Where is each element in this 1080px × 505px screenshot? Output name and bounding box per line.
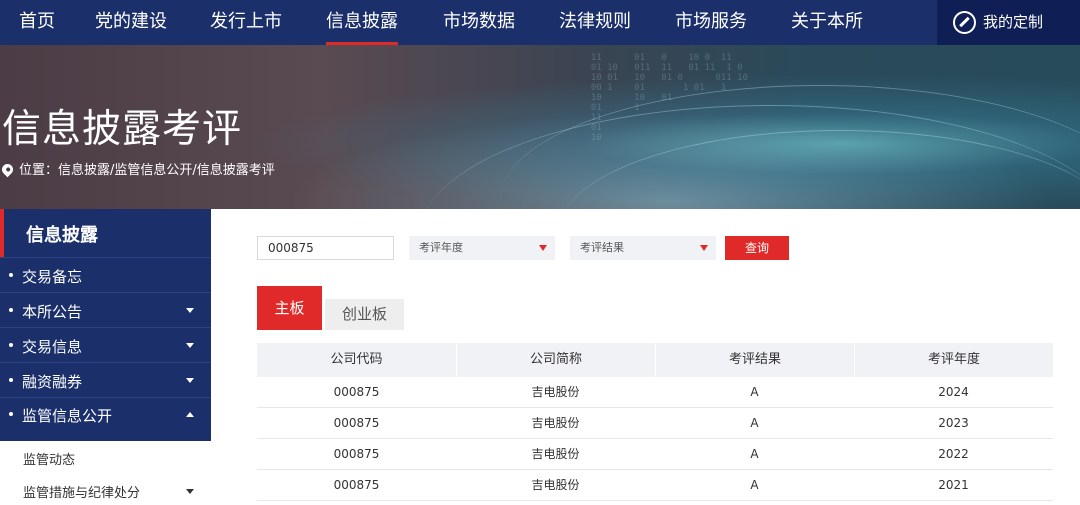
table-header: 公司代码 公司简称 考评结果 考评年度 — [257, 343, 1053, 377]
table-cell: 吉电股份 — [531, 447, 580, 461]
column-header: 考评结果 — [655, 343, 854, 377]
table-cell: 2024 — [938, 385, 969, 399]
table-cell: 000875 — [333, 385, 380, 399]
nav-item-about[interactable]: 关于本所 — [791, 0, 863, 45]
table-cell: A — [750, 447, 759, 461]
bullet-icon — [9, 273, 13, 277]
nav-item-listing[interactable]: 发行上市 — [210, 0, 282, 45]
sidebar-item-announcements[interactable]: 本所公告 — [0, 292, 211, 327]
company-code-input[interactable]: 000875 — [257, 236, 394, 260]
sidebar-subitem-regulatory-news[interactable]: 监管动态 — [0, 441, 211, 474]
table-cell: 吉电股份 — [531, 416, 580, 430]
caret-down-icon — [186, 378, 194, 383]
table-row: 000875 吉电股份 A 2021 — [257, 470, 1053, 501]
sidebar-item-label: 本所公告 — [22, 303, 83, 321]
nav-item-party-building[interactable]: 党的建设 — [95, 0, 167, 45]
table-cell: 000875 — [333, 447, 380, 461]
sidebar-title-text: 信息披露 — [26, 225, 98, 246]
year-select-label: 考评年度 — [419, 241, 463, 254]
bullet-icon — [9, 412, 13, 416]
table-cell: A — [750, 416, 759, 430]
table-cell: 吉电股份 — [531, 478, 580, 492]
sidebar: 信息披露 交易备忘 本所公告 交易信息 融资融券 监管信息公开 监管动态 监管措… — [0, 209, 211, 505]
table-cell: A — [750, 478, 759, 492]
tab-chinext[interactable]: 创业板 — [325, 299, 404, 330]
sidebar-item-regulatory-disclosure[interactable]: 监管信息公开 — [0, 397, 211, 441]
bullet-icon — [9, 378, 13, 382]
table-cell: 2022 — [938, 447, 969, 461]
column-header: 考评年度 — [854, 343, 1053, 377]
caret-down-icon — [186, 489, 194, 494]
sidebar-subitem-label: 监管措施与纪律处分 — [23, 486, 141, 501]
my-custom-button[interactable]: 我的定制 — [937, 0, 1080, 45]
sidebar-item-margin-trading[interactable]: 融资融券 — [0, 362, 211, 397]
table-cell: 000875 — [333, 478, 380, 492]
breadcrumb: 位置：信息披露/监管信息公开/信息披露考评 — [0, 159, 275, 178]
table-cell: 2023 — [938, 416, 969, 430]
caret-down-icon — [186, 343, 194, 348]
table-cell: A — [750, 385, 759, 399]
sidebar-item-trading-info[interactable]: 交易信息 — [0, 327, 211, 362]
dropdown-arrow-icon — [539, 245, 547, 251]
sidebar-subitem-label: 监管动态 — [23, 453, 76, 468]
dropdown-arrow-icon — [700, 245, 708, 251]
query-button[interactable]: 查询 — [725, 236, 789, 260]
caret-up-icon — [186, 412, 194, 417]
table-row: 000875 吉电股份 A 2024 — [257, 377, 1053, 408]
result-select-label: 考评结果 — [580, 241, 624, 254]
results-table: 公司代码 公司简称 考评结果 考评年度 000875 吉电股份 A 2024 0… — [257, 343, 1053, 501]
main-content: 000875 考评年度 考评结果 查询 主板 创业板 公司代码 公司简称 考评结… — [229, 209, 1080, 505]
top-navigation: 首页 党的建设 发行上市 信息披露 市场数据 法律规则 市场服务 关于本所 我的… — [0, 0, 1080, 45]
table-cell: 2021 — [938, 478, 969, 492]
table-cell: 000875 — [333, 416, 380, 430]
compass-icon — [953, 11, 976, 34]
result-select[interactable]: 考评结果 — [570, 236, 716, 260]
sidebar-subitem-measures-discipline[interactable]: 监管措施与纪律处分 — [0, 474, 211, 505]
my-custom-label: 我的定制 — [983, 13, 1044, 31]
sidebar-item-label: 交易信息 — [22, 338, 83, 356]
sidebar-item-label: 监管信息公开 — [22, 407, 113, 425]
column-header: 公司简称 — [456, 343, 655, 377]
nav-item-home[interactable]: 首页 — [19, 0, 55, 45]
nav-item-disclosure[interactable]: 信息披露 — [326, 0, 398, 45]
bullet-icon — [9, 343, 13, 347]
sidebar-title: 信息披露 — [0, 209, 211, 257]
column-header: 公司代码 — [330, 352, 383, 367]
table-cell: 吉电股份 — [531, 385, 580, 399]
bullet-icon — [9, 308, 13, 312]
breadcrumb-text: 位置：信息披露/监管信息公开/信息披露考评 — [19, 163, 275, 178]
sidebar-item-trading-memo[interactable]: 交易备忘 — [0, 257, 211, 292]
page-banner: 11 01 0 10 0 11 01 10 011 11 01 11 1 0 1… — [0, 45, 1080, 209]
table-row: 000875 吉电股份 A 2023 — [257, 408, 1053, 439]
nav-item-market-services[interactable]: 市场服务 — [675, 0, 747, 45]
nav-item-market-data[interactable]: 市场数据 — [443, 0, 515, 45]
location-pin-icon — [0, 161, 16, 178]
year-select[interactable]: 考评年度 — [409, 236, 555, 260]
sidebar-item-label: 融资融券 — [22, 373, 83, 391]
page-title: 信息披露考评 — [2, 107, 243, 152]
caret-down-icon — [186, 308, 194, 313]
tab-main-board[interactable]: 主板 — [257, 286, 322, 330]
sidebar-item-label: 交易备忘 — [22, 268, 83, 286]
table-row: 000875 吉电股份 A 2022 — [257, 439, 1053, 470]
nav-item-rules[interactable]: 法律规则 — [559, 0, 631, 45]
